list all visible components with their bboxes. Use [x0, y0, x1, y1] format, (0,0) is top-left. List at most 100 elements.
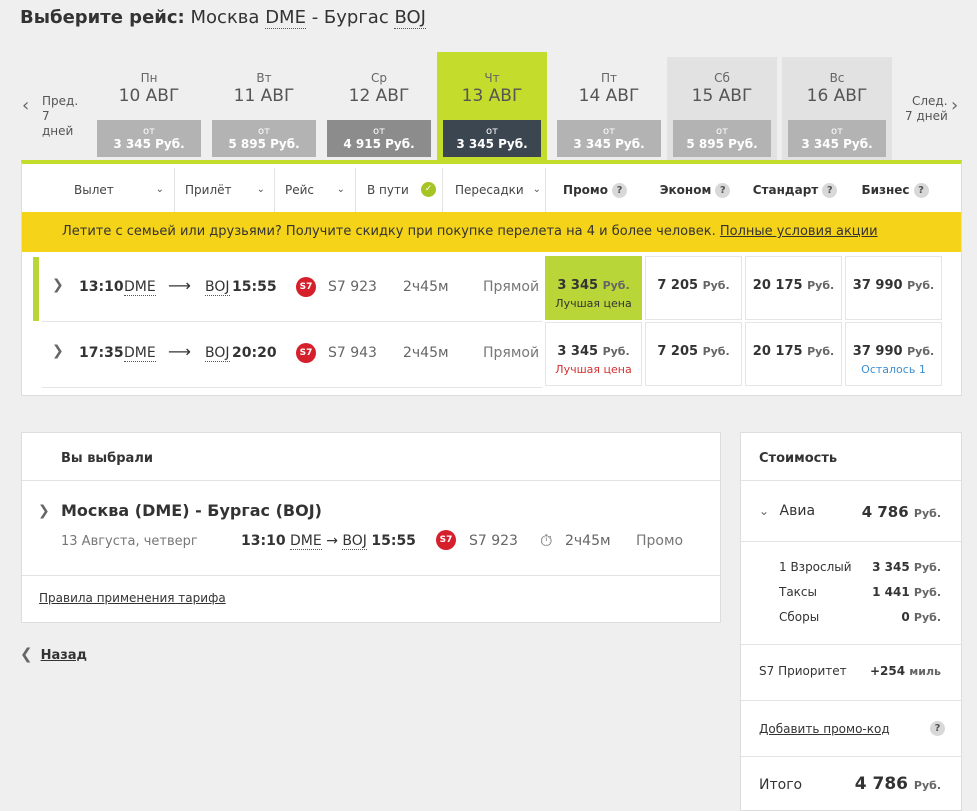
- airline-logo-icon: S7: [436, 530, 456, 550]
- cost-panel: Стоимость ⌄ Авиа 4 786 Руб. 1 Взрослый 3…: [740, 432, 962, 811]
- arr-time: 15:55: [232, 279, 277, 295]
- flight-duration: 2ч45м: [403, 345, 449, 361]
- fare-business[interactable]: 37 990 Руб.: [845, 256, 942, 320]
- chevron-down-icon: ⌄: [759, 504, 770, 518]
- filter-duration[interactable]: В пути ✓: [367, 168, 442, 212]
- fare-standard[interactable]: 20 175 Руб.: [745, 256, 842, 320]
- filter-arrival[interactable]: Прилёт ⌄: [185, 168, 275, 212]
- day-dow: Пн: [140, 71, 158, 85]
- cost-avia-row[interactable]: ⌄ Авиа 4 786 Руб.: [759, 503, 941, 521]
- title-prefix: Выберите рейс:: [20, 7, 185, 28]
- arr-time: 20:20: [232, 345, 277, 361]
- group-discount-banner: Летите с семьей или друзьями? Получите с…: [22, 212, 961, 252]
- banner-text: Летите с семьей или друзьями? Получите с…: [62, 224, 716, 239]
- add-promo-code-link[interactable]: Добавить промо-код: [759, 722, 890, 736]
- day-tab-tue[interactable]: Вт 11 АВГ от 5 895 Руб.: [206, 57, 322, 161]
- cost-title: Стоимость: [759, 451, 838, 466]
- selection-date: 13 Августа, четверг: [61, 534, 198, 549]
- dep-time: 13:10: [79, 279, 124, 295]
- chevron-left-icon: ‹: [22, 95, 30, 116]
- arrow-right-icon: ⟶: [168, 342, 191, 361]
- cost-adult-row: 1 Взрослый 3 345 Руб.: [779, 560, 941, 574]
- day-date: 12 АВГ: [348, 86, 410, 106]
- arrow-right-icon: ⟶: [168, 276, 191, 295]
- fare-promo[interactable]: 3 345 Руб. Лучшая цена: [545, 256, 642, 320]
- chevron-down-icon: ⌄: [336, 184, 345, 195]
- day-tab-thu[interactable]: Чт 13 АВГ от 3 345 Руб.: [437, 52, 547, 161]
- col-economy: Эконом?: [645, 168, 745, 212]
- title-to-city: Бургас: [323, 7, 389, 28]
- day-tab-fri[interactable]: Пт 14 АВГ от 3 345 Руб.: [551, 57, 667, 161]
- day-date: 10 АВГ: [118, 86, 180, 106]
- selection-duration: 2ч45м: [565, 533, 611, 549]
- selection-times: 13:10 DME → BOJ 15:55: [241, 533, 416, 550]
- help-icon[interactable]: ?: [611, 183, 627, 198]
- selection-heading: Вы выбрали: [61, 451, 153, 466]
- day-dow: Пт: [600, 71, 617, 85]
- dep-code[interactable]: DME: [124, 345, 156, 362]
- fare-business[interactable]: 37 990 Руб. Осталось 1: [845, 322, 942, 386]
- selection-route: Москва (DME) - Бургас (BOJ): [61, 501, 322, 520]
- flight-row[interactable]: ❯ 13:10 DME ⟶ BOJ 15:55 S7 S7 923 2ч45м …: [22, 255, 961, 321]
- cost-total-row: Итого 4 786 Руб.: [759, 774, 941, 794]
- filter-departure[interactable]: Вылет ⌄: [74, 168, 174, 212]
- help-icon[interactable]: ?: [715, 183, 731, 198]
- next-sub: 7 дней: [905, 109, 948, 123]
- chevron-down-icon: ⌄: [256, 184, 265, 195]
- day-dow: Ср: [371, 71, 387, 85]
- chevron-right-icon[interactable]: ❯: [38, 503, 50, 519]
- day-date: 14 АВГ: [578, 86, 640, 106]
- day-dow: Вс: [829, 71, 845, 85]
- arr-code[interactable]: BOJ: [205, 345, 230, 362]
- day-date: 11 АВГ: [233, 86, 295, 106]
- next-week-link[interactable]: След. 7 дней ›: [902, 94, 972, 124]
- day-price: от 3 345 Руб.: [443, 120, 541, 157]
- title-from-code[interactable]: DME: [265, 7, 306, 29]
- fare-economy[interactable]: 7 205 Руб.: [645, 256, 742, 320]
- flight-number: S7 943: [328, 345, 377, 361]
- flights-panel: Вылет ⌄ Прилёт ⌄ Рейс ⌄ В пути ✓ Пересадки ⌄…: [21, 160, 962, 396]
- title-to-code[interactable]: BOJ: [394, 7, 426, 29]
- dep-time: 17:35: [79, 345, 124, 361]
- help-icon[interactable]: ?: [930, 721, 945, 736]
- cost-fees-row: Сборы 0 Руб.: [779, 610, 941, 624]
- flight-duration: 2ч45м: [403, 279, 449, 295]
- dep-code[interactable]: DME: [124, 279, 156, 296]
- chevron-down-icon: ⌄: [532, 184, 541, 195]
- help-icon[interactable]: ?: [822, 183, 838, 198]
- fare-rules-link[interactable]: Правила применения тарифа: [39, 591, 226, 605]
- selection-fare: Промо: [636, 533, 684, 549]
- banner-link[interactable]: Полные условия акции: [720, 224, 878, 239]
- col-promo: Промо?: [545, 168, 645, 212]
- back-link[interactable]: ❮ Назад: [20, 645, 87, 663]
- fare-economy[interactable]: 7 205 Руб.: [645, 322, 742, 386]
- day-tab-mon[interactable]: Пн 10 АВГ от 3 345 Руб.: [91, 57, 207, 161]
- day-tab-sat[interactable]: Сб 15 АВГ от 5 895 Руб.: [667, 57, 777, 161]
- stopwatch-icon: ⏱: [540, 531, 553, 550]
- page-title: Выберите рейс: Москва DME - Бургас BOJ: [20, 7, 426, 29]
- day-price: от 3 345 Руб.: [788, 120, 886, 157]
- day-price: от 5 895 Руб.: [212, 120, 316, 157]
- flight-type: Прямой: [483, 279, 540, 295]
- cost-taxes-row: Таксы 1 441 Руб.: [779, 585, 941, 599]
- fare-promo[interactable]: 3 345 Руб. Лучшая цена: [545, 322, 642, 386]
- airline-logo-icon: S7: [296, 343, 316, 363]
- prev-week-link[interactable]: ‹ Пред. 7 дней: [22, 94, 82, 139]
- chevron-right-icon[interactable]: ❯: [52, 343, 64, 359]
- filter-transfers[interactable]: Пересадки ⌄: [455, 168, 545, 212]
- chevron-right-icon[interactable]: ❯: [52, 277, 64, 293]
- help-icon[interactable]: ?: [913, 183, 929, 198]
- flight-row[interactable]: ❯ 17:35 DME ⟶ BOJ 20:20 S7 S7 943 2ч45м …: [22, 321, 961, 387]
- filter-flight[interactable]: Рейс ⌄: [285, 168, 355, 212]
- fare-standard[interactable]: 20 175 Руб.: [745, 322, 842, 386]
- arr-code[interactable]: BOJ: [205, 279, 230, 296]
- flight-type: Прямой: [483, 345, 540, 361]
- selection-panel: Вы выбрали ❯ Москва (DME) - Бургас (BOJ)…: [21, 432, 721, 623]
- col-business: Бизнес?: [845, 168, 945, 212]
- title-dash: -: [311, 7, 319, 28]
- prev-sub: 7 дней: [42, 109, 74, 138]
- day-tab-sun[interactable]: Вс 16 АВГ от 3 345 Руб.: [782, 57, 892, 161]
- cost-priority-row: S7 Приоритет +254 миль: [759, 664, 941, 678]
- chevron-left-icon: ❮: [20, 645, 33, 663]
- day-tab-wed[interactable]: Ср 12 АВГ от 4 915 Руб.: [321, 57, 437, 161]
